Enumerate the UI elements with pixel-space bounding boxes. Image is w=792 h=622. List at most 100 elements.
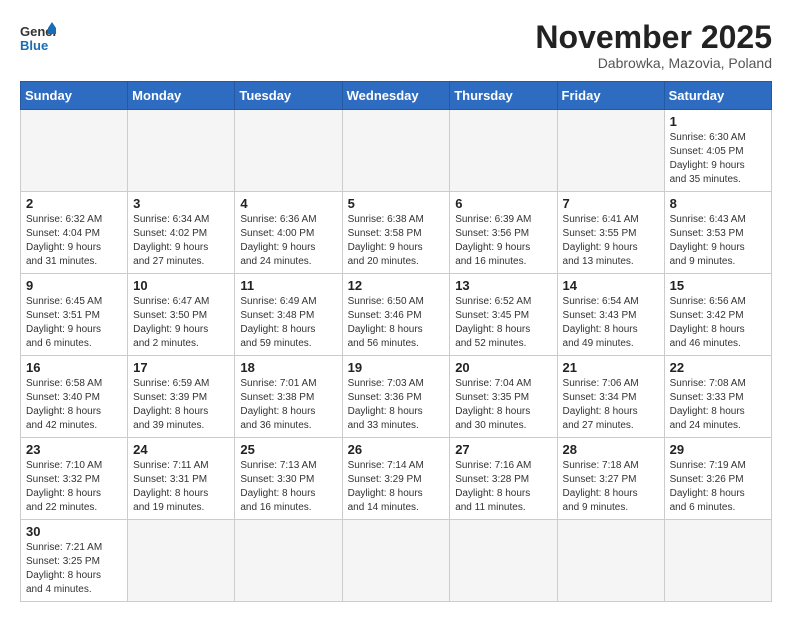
weekday-header-thursday: Thursday (450, 82, 557, 110)
calendar-day-cell: 3 Sunrise: 6:34 AM Sunset: 4:02 PM Daylig… (128, 192, 235, 274)
day-info: Sunrise: 7:11 AM Sunset: 3:31 PM Dayligh… (133, 459, 229, 515)
day-number: 8 (670, 196, 766, 211)
calendar-day-cell: 22 Sunrise: 7:08 AM Sunset: 3:33 PM Dayli… (664, 356, 771, 438)
calendar-day-cell (21, 110, 128, 192)
calendar-day-cell: 16 Sunrise: 6:58 AM Sunset: 3:40 PM Dayli… (21, 356, 128, 438)
day-info: Sunrise: 6:36 AM Sunset: 4:00 PM Dayligh… (240, 213, 336, 269)
day-number: 4 (240, 196, 336, 211)
calendar-day-cell (450, 110, 557, 192)
calendar-day-cell: 13Sunrise: 6:52 AM Sunset: 3:45 PM Dayli… (450, 274, 557, 356)
calendar-day-cell: 21 Sunrise: 7:06 AM Sunset: 3:34 PM Dayli… (557, 356, 664, 438)
calendar-day-cell (128, 110, 235, 192)
calendar-week-row: 16 Sunrise: 6:58 AM Sunset: 3:40 PM Dayli… (21, 356, 772, 438)
calendar-day-cell (235, 110, 342, 192)
day-number: 15 (670, 278, 766, 293)
day-number: 17 (133, 360, 229, 375)
calendar-day-cell (664, 520, 771, 602)
svg-text:Blue: Blue (20, 38, 48, 53)
day-info: Sunrise: 7:03 AM Sunset: 3:36 PM Dayligh… (348, 377, 445, 433)
day-info: Sunrise: 6:32 AM Sunset: 4:04 PM Dayligh… (26, 213, 122, 269)
day-info: Sunrise: 7:16 AM Sunset: 3:28 PM Dayligh… (455, 459, 551, 515)
title-area: November 2025 Dabrowka, Mazovia, Poland (535, 20, 772, 71)
day-info: Sunrise: 6:38 AM Sunset: 3:58 PM Dayligh… (348, 213, 445, 269)
calendar-day-cell (128, 520, 235, 602)
calendar-table: SundayMondayTuesdayWednesdayThursdayFrid… (20, 81, 772, 602)
day-info: Sunrise: 6:30 AM Sunset: 4:05 PM Dayligh… (670, 131, 766, 187)
header: General Blue November 2025 Dabrowka, Maz… (20, 20, 772, 71)
calendar-day-cell: 12 Sunrise: 6:50 AM Sunset: 3:46 PM Dayli… (342, 274, 450, 356)
calendar-day-cell: 5 Sunrise: 6:38 AM Sunset: 3:58 PM Daylig… (342, 192, 450, 274)
day-number: 7 (563, 196, 659, 211)
calendar-day-cell (557, 110, 664, 192)
calendar-day-cell: 9 Sunrise: 6:45 AM Sunset: 3:51 PM Daylig… (21, 274, 128, 356)
calendar-day-cell: 7 Sunrise: 6:41 AM Sunset: 3:55 PM Daylig… (557, 192, 664, 274)
day-number: 27 (455, 442, 551, 457)
day-number: 10 (133, 278, 229, 293)
calendar-day-cell: 24Sunrise: 7:11 AM Sunset: 3:31 PM Dayli… (128, 438, 235, 520)
day-info: Sunrise: 6:59 AM Sunset: 3:39 PM Dayligh… (133, 377, 229, 433)
weekday-header-sunday: Sunday (21, 82, 128, 110)
day-info: Sunrise: 7:10 AM Sunset: 3:32 PM Dayligh… (26, 459, 122, 515)
day-info: Sunrise: 6:50 AM Sunset: 3:46 PM Dayligh… (348, 295, 445, 351)
day-number: 11 (240, 278, 336, 293)
logo-icon: General Blue (20, 20, 56, 56)
calendar-day-cell: 29Sunrise: 7:19 AM Sunset: 3:26 PM Dayli… (664, 438, 771, 520)
calendar-week-row: 9 Sunrise: 6:45 AM Sunset: 3:51 PM Daylig… (21, 274, 772, 356)
day-number: 25 (240, 442, 336, 457)
day-info: Sunrise: 7:19 AM Sunset: 3:26 PM Dayligh… (670, 459, 766, 515)
day-number: 26 (348, 442, 445, 457)
calendar-day-cell (342, 110, 450, 192)
day-number: 22 (670, 360, 766, 375)
calendar-day-cell: 19 Sunrise: 7:03 AM Sunset: 3:36 PM Dayli… (342, 356, 450, 438)
day-info: Sunrise: 6:39 AM Sunset: 3:56 PM Dayligh… (455, 213, 551, 269)
day-info: Sunrise: 6:41 AM Sunset: 3:55 PM Dayligh… (563, 213, 659, 269)
day-info: Sunrise: 6:58 AM Sunset: 3:40 PM Dayligh… (26, 377, 122, 433)
calendar-day-cell (557, 520, 664, 602)
calendar-day-cell: 17 Sunrise: 6:59 AM Sunset: 3:39 PM Dayli… (128, 356, 235, 438)
location-subtitle: Dabrowka, Mazovia, Poland (535, 55, 772, 71)
calendar-day-cell: 23 Sunrise: 7:10 AM Sunset: 3:32 PM Dayli… (21, 438, 128, 520)
day-number: 23 (26, 442, 122, 457)
day-number: 30 (26, 524, 122, 539)
day-info: Sunrise: 7:21 AM Sunset: 3:25 PM Dayligh… (26, 541, 122, 597)
day-number: 6 (455, 196, 551, 211)
day-info: Sunrise: 6:47 AM Sunset: 3:50 PM Dayligh… (133, 295, 229, 351)
day-number: 9 (26, 278, 122, 293)
calendar-day-cell: 8Sunrise: 6:43 AM Sunset: 3:53 PM Daylig… (664, 192, 771, 274)
day-info: Sunrise: 6:45 AM Sunset: 3:51 PM Dayligh… (26, 295, 122, 351)
calendar-day-cell: 25Sunrise: 7:13 AM Sunset: 3:30 PM Dayli… (235, 438, 342, 520)
day-info: Sunrise: 6:52 AM Sunset: 3:45 PM Dayligh… (455, 295, 551, 351)
day-number: 21 (563, 360, 659, 375)
day-info: Sunrise: 7:08 AM Sunset: 3:33 PM Dayligh… (670, 377, 766, 433)
month-title: November 2025 (535, 20, 772, 55)
calendar-day-cell: 1Sunrise: 6:30 AM Sunset: 4:05 PM Daylig… (664, 110, 771, 192)
day-info: Sunrise: 7:14 AM Sunset: 3:29 PM Dayligh… (348, 459, 445, 515)
weekday-header-friday: Friday (557, 82, 664, 110)
calendar-week-row: 2Sunrise: 6:32 AM Sunset: 4:04 PM Daylig… (21, 192, 772, 274)
calendar-day-cell (342, 520, 450, 602)
day-number: 12 (348, 278, 445, 293)
day-info: Sunrise: 7:06 AM Sunset: 3:34 PM Dayligh… (563, 377, 659, 433)
logo: General Blue (20, 20, 56, 56)
calendar-day-cell: 11 Sunrise: 6:49 AM Sunset: 3:48 PM Dayli… (235, 274, 342, 356)
day-number: 19 (348, 360, 445, 375)
weekday-header-row: SundayMondayTuesdayWednesdayThursdayFrid… (21, 82, 772, 110)
calendar-day-cell: 15 Sunrise: 6:56 AM Sunset: 3:42 PM Dayli… (664, 274, 771, 356)
calendar-day-cell: 27 Sunrise: 7:16 AM Sunset: 3:28 PM Dayli… (450, 438, 557, 520)
day-number: 20 (455, 360, 551, 375)
day-number: 3 (133, 196, 229, 211)
day-info: Sunrise: 7:04 AM Sunset: 3:35 PM Dayligh… (455, 377, 551, 433)
day-info: Sunrise: 6:49 AM Sunset: 3:48 PM Dayligh… (240, 295, 336, 351)
calendar-day-cell: 30 Sunrise: 7:21 AM Sunset: 3:25 PM Dayli… (21, 520, 128, 602)
weekday-header-tuesday: Tuesday (235, 82, 342, 110)
day-number: 16 (26, 360, 122, 375)
calendar-day-cell: 14Sunrise: 6:54 AM Sunset: 3:43 PM Dayli… (557, 274, 664, 356)
day-info: Sunrise: 6:34 AM Sunset: 4:02 PM Dayligh… (133, 213, 229, 269)
calendar-day-cell: 20 Sunrise: 7:04 AM Sunset: 3:35 PM Dayli… (450, 356, 557, 438)
weekday-header-saturday: Saturday (664, 82, 771, 110)
day-info: Sunrise: 6:56 AM Sunset: 3:42 PM Dayligh… (670, 295, 766, 351)
calendar-day-cell: 2Sunrise: 6:32 AM Sunset: 4:04 PM Daylig… (21, 192, 128, 274)
day-number: 5 (348, 196, 445, 211)
calendar-day-cell: 18Sunrise: 7:01 AM Sunset: 3:38 PM Dayli… (235, 356, 342, 438)
calendar-week-row: 23 Sunrise: 7:10 AM Sunset: 3:32 PM Dayli… (21, 438, 772, 520)
